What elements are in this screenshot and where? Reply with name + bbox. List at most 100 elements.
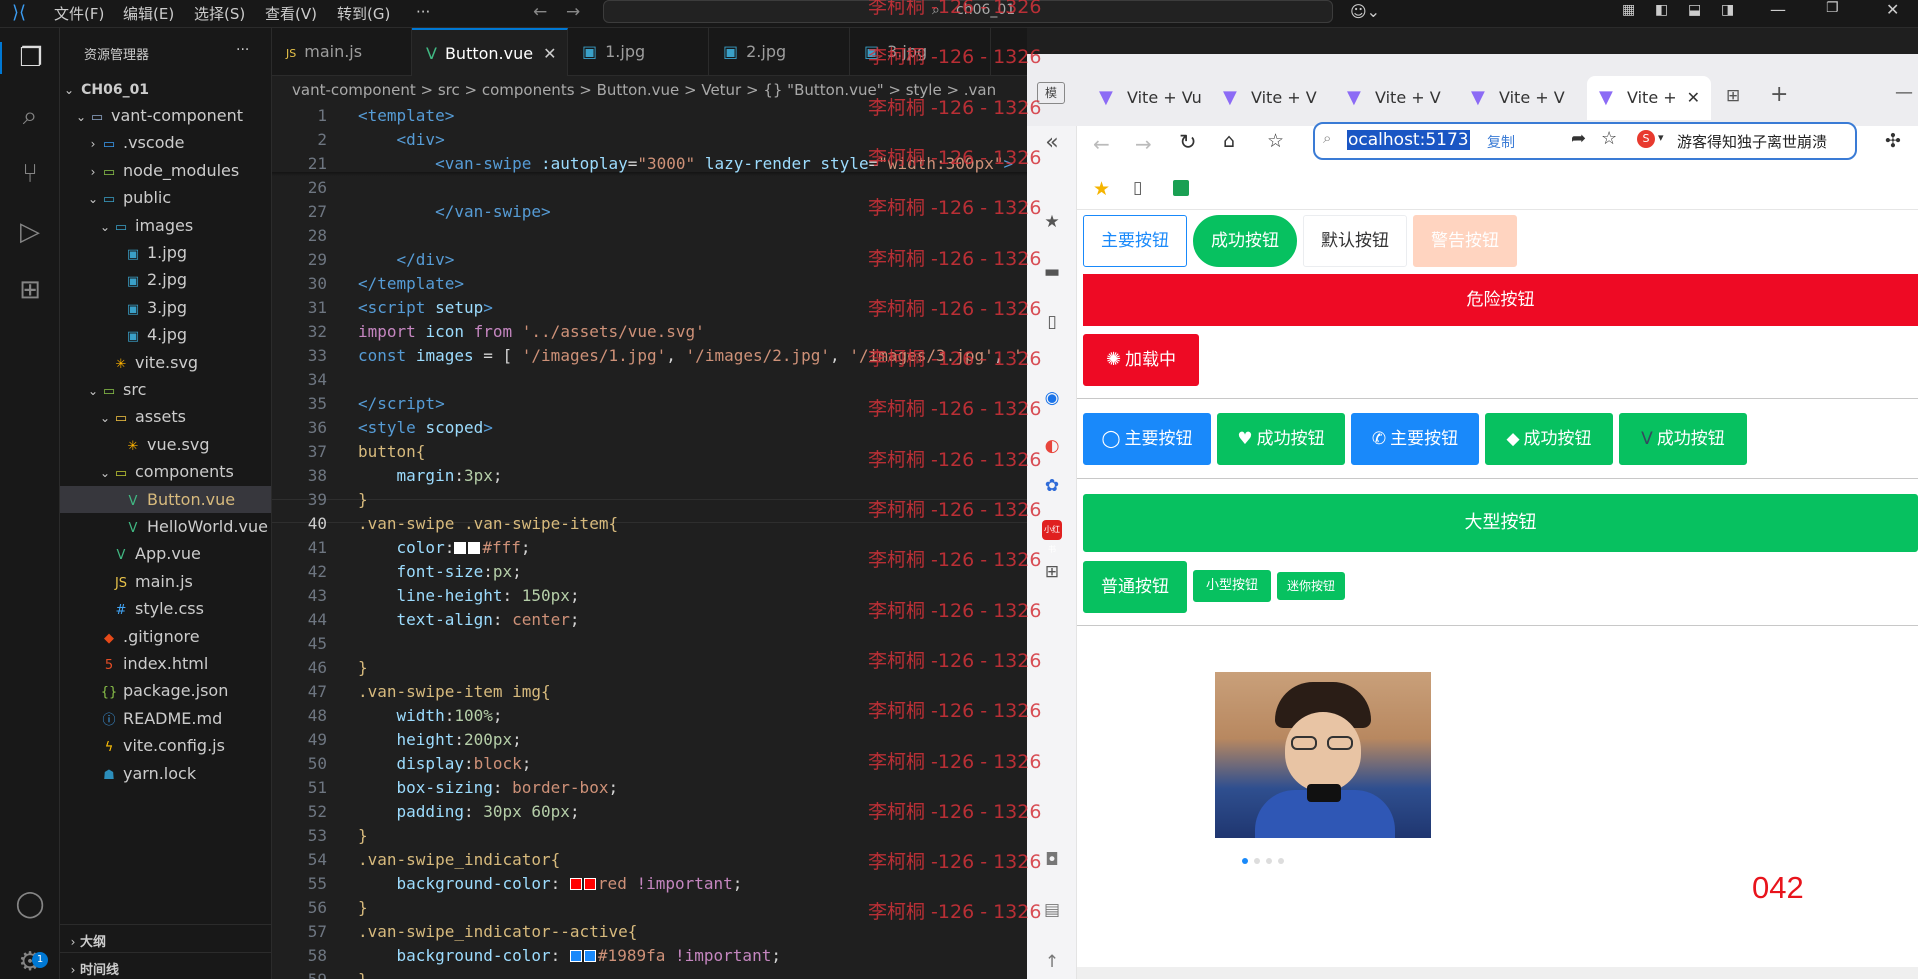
layout-customize-icon[interactable]: ▦ xyxy=(1622,2,1635,18)
tree-item[interactable]: ▣ 2.jpg xyxy=(60,266,271,293)
toggle-sidebar-icon[interactable]: ◧ xyxy=(1655,2,1668,18)
menu-more[interactable]: ··· xyxy=(416,3,430,21)
swipe-indicator[interactable] xyxy=(1266,858,1272,864)
tree-item[interactable]: ▣ 3.jpg xyxy=(60,294,271,321)
primary-plain-button[interactable]: 主要按钮 xyxy=(1083,215,1187,267)
tree-item[interactable]: # style.css xyxy=(60,595,271,622)
tree-item[interactable]: ⌄ ▭ src xyxy=(60,376,271,403)
loading-button[interactable]: ✺ 加载中 xyxy=(1083,334,1199,386)
menu-edit[interactable]: 编辑(E) xyxy=(123,3,174,24)
tree-item[interactable]: ☗ yarn.lock xyxy=(60,760,271,787)
menu-file[interactable]: 文件(F) xyxy=(54,3,104,24)
primary-circle-icon-button[interactable]: ◯ 主要按钮 xyxy=(1083,413,1211,465)
tree-item[interactable]: 5 index.html xyxy=(60,650,271,677)
run-debug-icon[interactable]: ▷ xyxy=(14,216,46,248)
copy-link[interactable]: 复制 xyxy=(1487,132,1515,152)
source-control-icon[interactable]: ⑂ xyxy=(14,158,46,190)
tree-item[interactable]: ⌄ ▭ assets xyxy=(60,403,271,430)
swipe-indicator-active[interactable] xyxy=(1242,858,1248,864)
tree-item[interactable]: JS main.js xyxy=(60,568,271,595)
back-icon[interactable]: ← xyxy=(1093,132,1110,156)
tree-item[interactable]: {} package.json xyxy=(60,677,271,704)
explorer-more-icon[interactable]: ··· xyxy=(236,42,249,58)
minimize-icon[interactable]: — xyxy=(1770,0,1786,19)
tab-main-js[interactable]: JS main.js xyxy=(272,28,412,76)
camera-icon[interactable]: ◘ xyxy=(1042,850,1062,870)
briefcase-icon[interactable]: ▤ xyxy=(1042,900,1062,920)
toggle-aux-icon[interactable]: ◨ xyxy=(1721,2,1734,18)
mobile-bookmark-icon[interactable]: ▯ xyxy=(1133,178,1142,198)
back-arrow-icon[interactable]: ← xyxy=(533,2,547,22)
restore-icon[interactable]: ❐ xyxy=(1826,0,1839,16)
browser-tab-1[interactable]: ▼ Vite + Vu xyxy=(1087,76,1211,120)
primary-phone-icon-button[interactable]: ✆ 主要按钮 xyxy=(1351,413,1479,465)
browser-tab-3[interactable]: ▼ Vite + V xyxy=(1335,76,1459,120)
tree-item[interactable]: ⓘ README.md xyxy=(60,705,271,732)
browser-tab-4[interactable]: ▼ Vite + V xyxy=(1459,76,1583,120)
account-icon[interactable]: ◯ xyxy=(14,888,46,920)
baidu-paw-icon[interactable]: ✿ xyxy=(1042,476,1062,496)
breadcrumb[interactable]: vant-component > src > components > Butt… xyxy=(272,76,1027,104)
url-text[interactable]: ocalhost:5173 xyxy=(1347,130,1470,150)
tree-item[interactable]: ϟ vite.config.js xyxy=(60,732,271,759)
tree-item[interactable]: ✳ vue.svg xyxy=(60,431,271,458)
address-bar[interactable]: ⌕ ocalhost:5173 复制 ➦ ☆ S ▾ 游客得知独子离世崩溃 xyxy=(1313,122,1857,160)
tree-item[interactable]: ▣ 4.jpg xyxy=(60,321,271,348)
browser-tab-active[interactable]: ▼ Vite + ✕ xyxy=(1587,76,1711,120)
tree-root[interactable]: ⌄ CH06_01 xyxy=(60,75,271,102)
mini-button[interactable]: 迷你按钮 xyxy=(1277,572,1345,600)
pin-icon[interactable]: ↑ xyxy=(1042,952,1062,972)
code-editor[interactable]: 1 <template> 2 <div> 21 <van-swipe :autop… xyxy=(272,104,1027,979)
bookmark-star-icon[interactable]: ★ xyxy=(1093,178,1110,200)
menu-go[interactable]: 转到(G) xyxy=(337,3,390,24)
horizontal-scrollbar[interactable] xyxy=(1077,967,1918,979)
tab-3-jpg[interactable]: ▣ 3.jpg xyxy=(850,28,991,76)
tree-item[interactable]: ⌄ ▭ images xyxy=(60,212,271,239)
tab-1-jpg[interactable]: ▣ 1.jpg xyxy=(568,28,709,76)
normal-button[interactable]: 普通按钮 xyxy=(1083,561,1187,613)
add-app-icon[interactable]: ⊞ xyxy=(1042,562,1062,582)
swipe-image[interactable] xyxy=(1215,672,1431,838)
new-tab-icon[interactable]: + xyxy=(1770,82,1788,107)
favorite-add-icon[interactable]: ☆ xyxy=(1601,128,1617,149)
browser-tab-2[interactable]: ▼ Vite + V xyxy=(1211,76,1335,120)
close-tab-icon[interactable]: ✕ xyxy=(543,44,556,63)
success-diamond-icon-button[interactable]: ◆ 成功按钮 xyxy=(1485,413,1613,465)
xiaohongshu-icon[interactable]: 小红书 xyxy=(1042,520,1062,554)
minimize-browser-icon[interactable]: — xyxy=(1895,82,1913,103)
sidebar-toggle-button[interactable]: 模 xyxy=(1037,82,1065,104)
forward-arrow-icon[interactable]: → xyxy=(566,2,580,22)
menu-selection[interactable]: 选择(S) xyxy=(194,3,245,24)
tree-item[interactable]: ⌄ ▭ public xyxy=(60,184,271,211)
tree-item[interactable]: ⌄ ▭ components xyxy=(60,458,271,485)
swipe-indicator[interactable] xyxy=(1254,858,1260,864)
search-engine-icon[interactable]: S xyxy=(1637,130,1655,148)
default-button[interactable]: 默认按钮 xyxy=(1303,215,1407,267)
close-window-icon[interactable]: ✕ xyxy=(1886,0,1899,19)
success-vue-icon-button[interactable]: V 成功按钮 xyxy=(1619,413,1747,465)
danger-block-button[interactable]: 危险按钮 xyxy=(1083,274,1918,326)
extensions-icon[interactable]: ⊞ xyxy=(14,274,46,306)
tree-item[interactable]: ⌄ ▭ vant-component xyxy=(60,102,271,129)
tab-2-jpg[interactable]: ▣ 2.jpg xyxy=(709,28,850,76)
explorer-icon[interactable]: ❐ xyxy=(0,42,60,74)
large-button[interactable]: 大型按钮 xyxy=(1083,494,1918,552)
tree-item[interactable]: V App.vue xyxy=(60,540,271,567)
tree-item[interactable]: › ▭ .vscode xyxy=(60,129,271,156)
reload-icon[interactable]: ↻ xyxy=(1179,130,1197,154)
forward-icon[interactable]: → xyxy=(1135,132,1152,156)
tab-group-icon[interactable]: ⊞ xyxy=(1726,86,1740,106)
favorites-star-icon[interactable]: ★ xyxy=(1042,212,1062,232)
tree-item[interactable]: V HelloWorld.vue xyxy=(60,513,271,540)
collapse-chevron-icon[interactable]: « xyxy=(1042,130,1062,155)
folder-icon[interactable]: ▬ xyxy=(1042,262,1062,282)
tree-item[interactable]: › ▭ node_modules xyxy=(60,157,271,184)
mobile-icon[interactable]: ▯ xyxy=(1042,312,1062,332)
vscode-logo-icon[interactable]: ⟩⟨ xyxy=(12,2,26,23)
tab-button-vue[interactable]: V Button.vue ✕ xyxy=(412,28,568,76)
tree-item[interactable]: ◆ .gitignore xyxy=(60,623,271,650)
timeline-section[interactable]: › 时间线 xyxy=(60,955,271,979)
tree-item[interactable]: ▣ 1.jpg xyxy=(60,239,271,266)
command-center-search[interactable]: ⌕ ch06_01 xyxy=(603,0,1333,23)
warning-disabled-button[interactable]: 警告按钮 xyxy=(1413,215,1517,267)
